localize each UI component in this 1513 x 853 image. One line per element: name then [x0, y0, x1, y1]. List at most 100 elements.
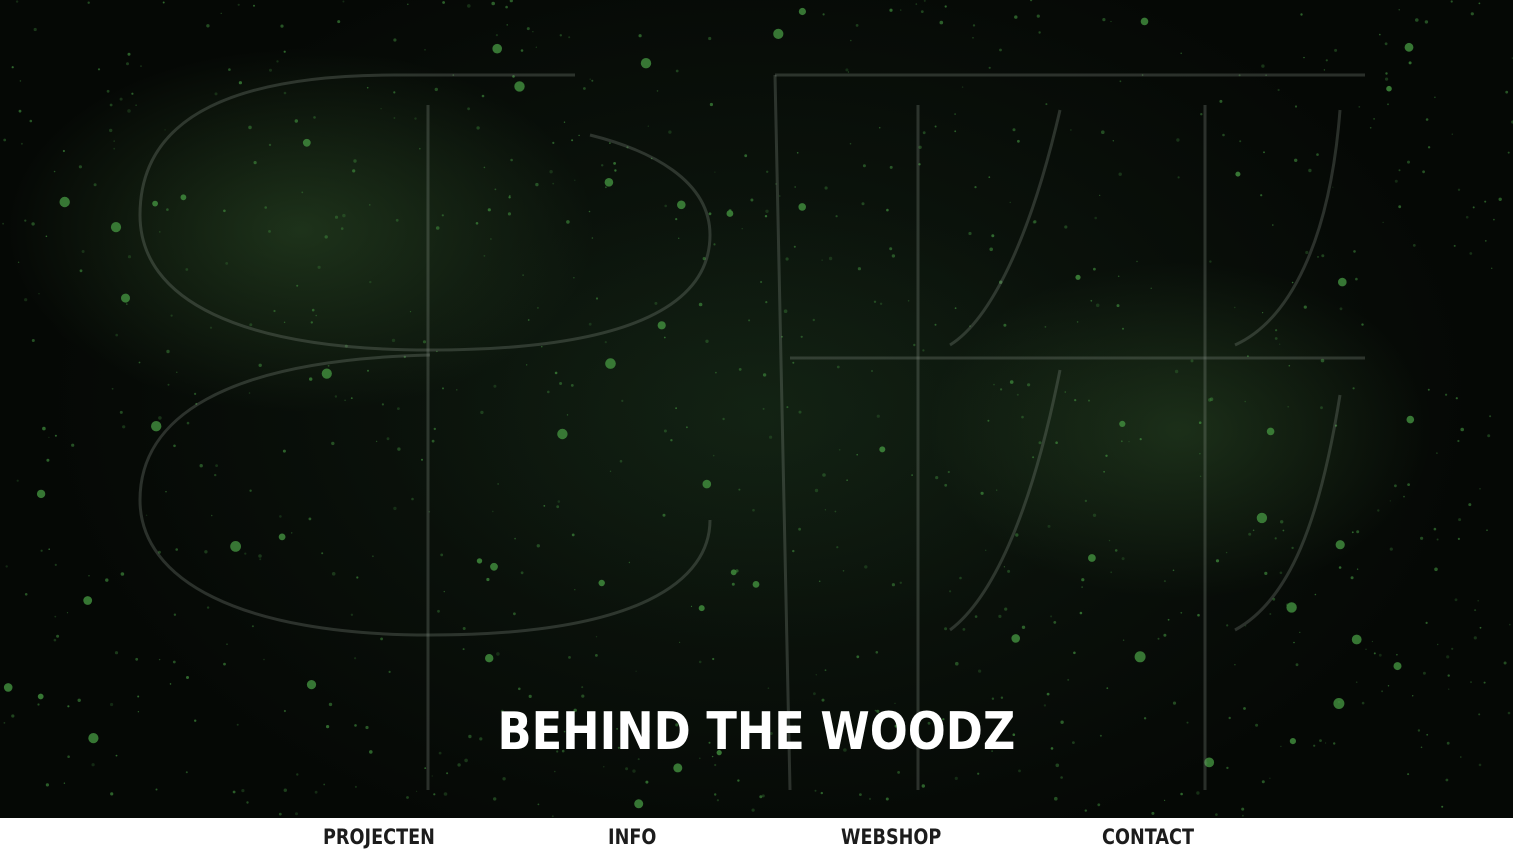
speckle-dot: [571, 533, 575, 537]
speckle-dot: [748, 319, 751, 322]
speckle-dot: [1407, 773, 1410, 776]
speckle-dot: [792, 361, 795, 364]
speckle-dot: [815, 674, 817, 676]
speckle-dot: [1076, 321, 1079, 323]
nav-link-contact[interactable]: CONTACT: [1102, 822, 1194, 852]
speckle-dot: [1000, 696, 1004, 699]
speckle-dot: [822, 13, 825, 16]
speckle-dot: [1378, 653, 1382, 657]
speckle-dot: [172, 660, 176, 664]
speckle-dot: [566, 414, 569, 416]
speckle-dot: [1275, 329, 1278, 332]
speckle-dot: [127, 52, 131, 56]
speckle-dot: [1403, 495, 1405, 498]
speckle-dot: [1021, 625, 1026, 629]
speckle-dot: [1015, 533, 1019, 537]
speckle-dot: [1316, 153, 1319, 156]
speckle-dot: [1509, 623, 1511, 626]
speckle-dot: [1114, 549, 1118, 552]
speckle-dot: [1092, 513, 1097, 517]
speckle-dot: [598, 579, 605, 587]
speckle-dot: [1317, 256, 1319, 258]
speckle-dot: [1064, 225, 1068, 229]
speckle-dot: [393, 38, 397, 42]
speckle-dot: [762, 407, 765, 410]
speckle-dot: [1458, 518, 1462, 522]
speckle-dot: [907, 300, 910, 302]
speckle-dot: [568, 656, 571, 659]
speckle-dot: [614, 169, 617, 172]
nav-link-webshop[interactable]: WEBSHOP: [841, 822, 941, 852]
speckle-dot: [1379, 33, 1381, 36]
speckle-dot: [1106, 687, 1109, 690]
speckle-dot: [1335, 540, 1345, 550]
speckle-dot: [873, 300, 877, 303]
speckle-dot: [24, 593, 28, 596]
speckle-dot: [36, 489, 46, 499]
speckle-dot: [1417, 729, 1421, 732]
speckle-dot: [1055, 763, 1060, 768]
speckle-dot: [1116, 304, 1120, 308]
speckle-dot: [393, 506, 397, 511]
speckle-dot: [836, 365, 840, 369]
speckle-dot: [944, 483, 948, 487]
speckle-dot: [180, 194, 187, 201]
speckle-dot: [889, 247, 893, 251]
speckle-dot: [31, 339, 35, 342]
speckle-dot: [278, 533, 286, 541]
speckle-dot: [1003, 566, 1006, 568]
nav-link-projecten[interactable]: PROJECTEN: [323, 822, 435, 852]
speckle-dot: [1241, 807, 1245, 811]
speckle-dot: [980, 491, 984, 495]
speckle-dot: [88, 733, 99, 744]
speckle-dot: [492, 510, 494, 513]
speckle-dot: [824, 669, 827, 672]
speckle-dot: [113, 147, 116, 150]
speckle-dot: [440, 553, 444, 557]
speckle-dot: [251, 625, 254, 628]
speckle-dot: [752, 508, 755, 512]
speckle-dot: [1073, 651, 1076, 655]
speckle-dot: [244, 552, 247, 555]
speckle-dot: [722, 417, 725, 421]
speckle-dot: [93, 183, 97, 187]
speckle-dot: [856, 655, 860, 659]
speckle-dot: [949, 590, 952, 593]
speckle-dot: [337, 20, 341, 24]
speckle-dot: [800, 335, 803, 338]
speckle-dot: [632, 769, 636, 773]
speckle-dot: [604, 178, 614, 187]
speckle-dot: [194, 392, 197, 395]
speckle-dot: [487, 208, 491, 212]
speckle-dot: [989, 247, 993, 252]
speckle-dot: [796, 152, 799, 154]
speckle-dot: [249, 323, 253, 327]
speckle-dot: [393, 117, 396, 119]
speckle-dot: [1136, 260, 1138, 263]
speckle-dot: [679, 641, 681, 644]
speckle-dot: [29, 119, 33, 123]
bth-monogram-logo: [138, 73, 1365, 791]
speckle-dot: [397, 407, 400, 410]
speckle-dot: [443, 792, 448, 796]
speckle-dot: [1030, 0, 1033, 2]
speckle-dot: [1427, 388, 1430, 391]
speckle-dot: [409, 311, 412, 313]
speckle-dot: [230, 541, 242, 552]
speckle-dot: [1361, 323, 1364, 326]
speckle-dot: [493, 797, 497, 801]
speckle-dot: [738, 488, 741, 491]
speckle-dot: [78, 165, 82, 169]
speckle-dot: [407, 3, 409, 6]
nav-link-info[interactable]: INFO: [608, 822, 656, 852]
speckle-dot: [15, 0, 19, 3]
speckle-dot: [1448, 688, 1450, 690]
speckle-dot: [140, 65, 142, 67]
speckle-dot: [386, 437, 390, 441]
speckle-dot: [158, 416, 162, 420]
speckle-dot: [1445, 393, 1448, 396]
speckle-dot: [223, 662, 226, 666]
speckle-dot: [1088, 399, 1090, 402]
speckle-dot: [321, 552, 324, 555]
speckle-dot: [71, 443, 75, 447]
